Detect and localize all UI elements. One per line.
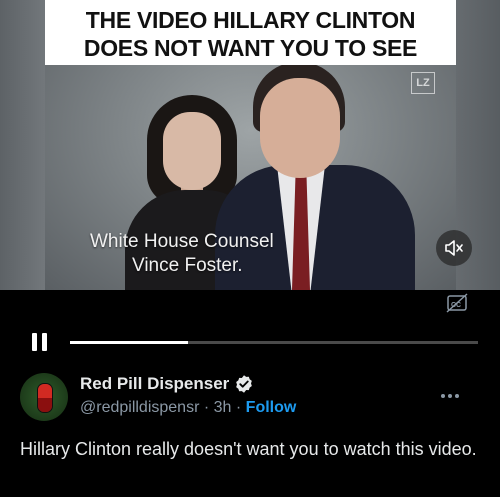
video-player[interactable]: THE VIDEO HILLARY CLINTON DOES NOT WANT … xyxy=(0,0,500,290)
avatar[interactable] xyxy=(20,373,68,421)
pause-icon-bar xyxy=(42,333,47,351)
meta-separator: · xyxy=(203,399,210,416)
more-icon-dot xyxy=(455,394,459,398)
follow-button[interactable]: Follow xyxy=(246,399,297,416)
author-display-name[interactable]: Red Pill Dispenser xyxy=(80,374,229,394)
video-progress-fill xyxy=(70,341,189,344)
lower-third-line1: White House Counsel xyxy=(90,231,274,252)
author-name-row: Red Pill Dispenser xyxy=(80,374,254,394)
video-headline-line1: THE VIDEO HILLARY CLINTON xyxy=(85,7,416,33)
author-handle[interactable]: @redpilldispensr xyxy=(80,399,199,416)
post-time[interactable]: 3h xyxy=(214,399,232,416)
more-icon-dot xyxy=(441,394,445,398)
pause-icon-bar xyxy=(32,333,37,351)
video-headline: THE VIDEO HILLARY CLINTON DOES NOT WANT … xyxy=(45,0,456,65)
captions-button[interactable]: CC xyxy=(444,292,470,314)
author-meta-row: @redpilldispensr · 3h · Follow xyxy=(80,399,296,417)
more-icon-dot xyxy=(448,394,452,398)
captions-off-icon: CC xyxy=(446,293,468,313)
mute-button[interactable] xyxy=(436,230,472,266)
speaker-muted-icon xyxy=(445,240,463,256)
watermark-logo: LZ xyxy=(411,72,435,94)
woman-face xyxy=(163,112,221,190)
video-progress-bar[interactable] xyxy=(70,341,478,344)
meta-separator: · xyxy=(235,399,242,416)
lower-third-line2: Vince Foster. xyxy=(132,255,243,276)
video-headline-line2: DOES NOT WANT YOU TO SEE xyxy=(83,35,418,61)
post-text: Hillary Clinton really doesn't want you … xyxy=(20,439,477,459)
man-face xyxy=(260,78,340,178)
verified-badge-icon xyxy=(236,375,253,393)
more-button[interactable] xyxy=(441,390,463,402)
red-pill-icon xyxy=(37,383,53,413)
pause-button[interactable] xyxy=(32,333,52,355)
